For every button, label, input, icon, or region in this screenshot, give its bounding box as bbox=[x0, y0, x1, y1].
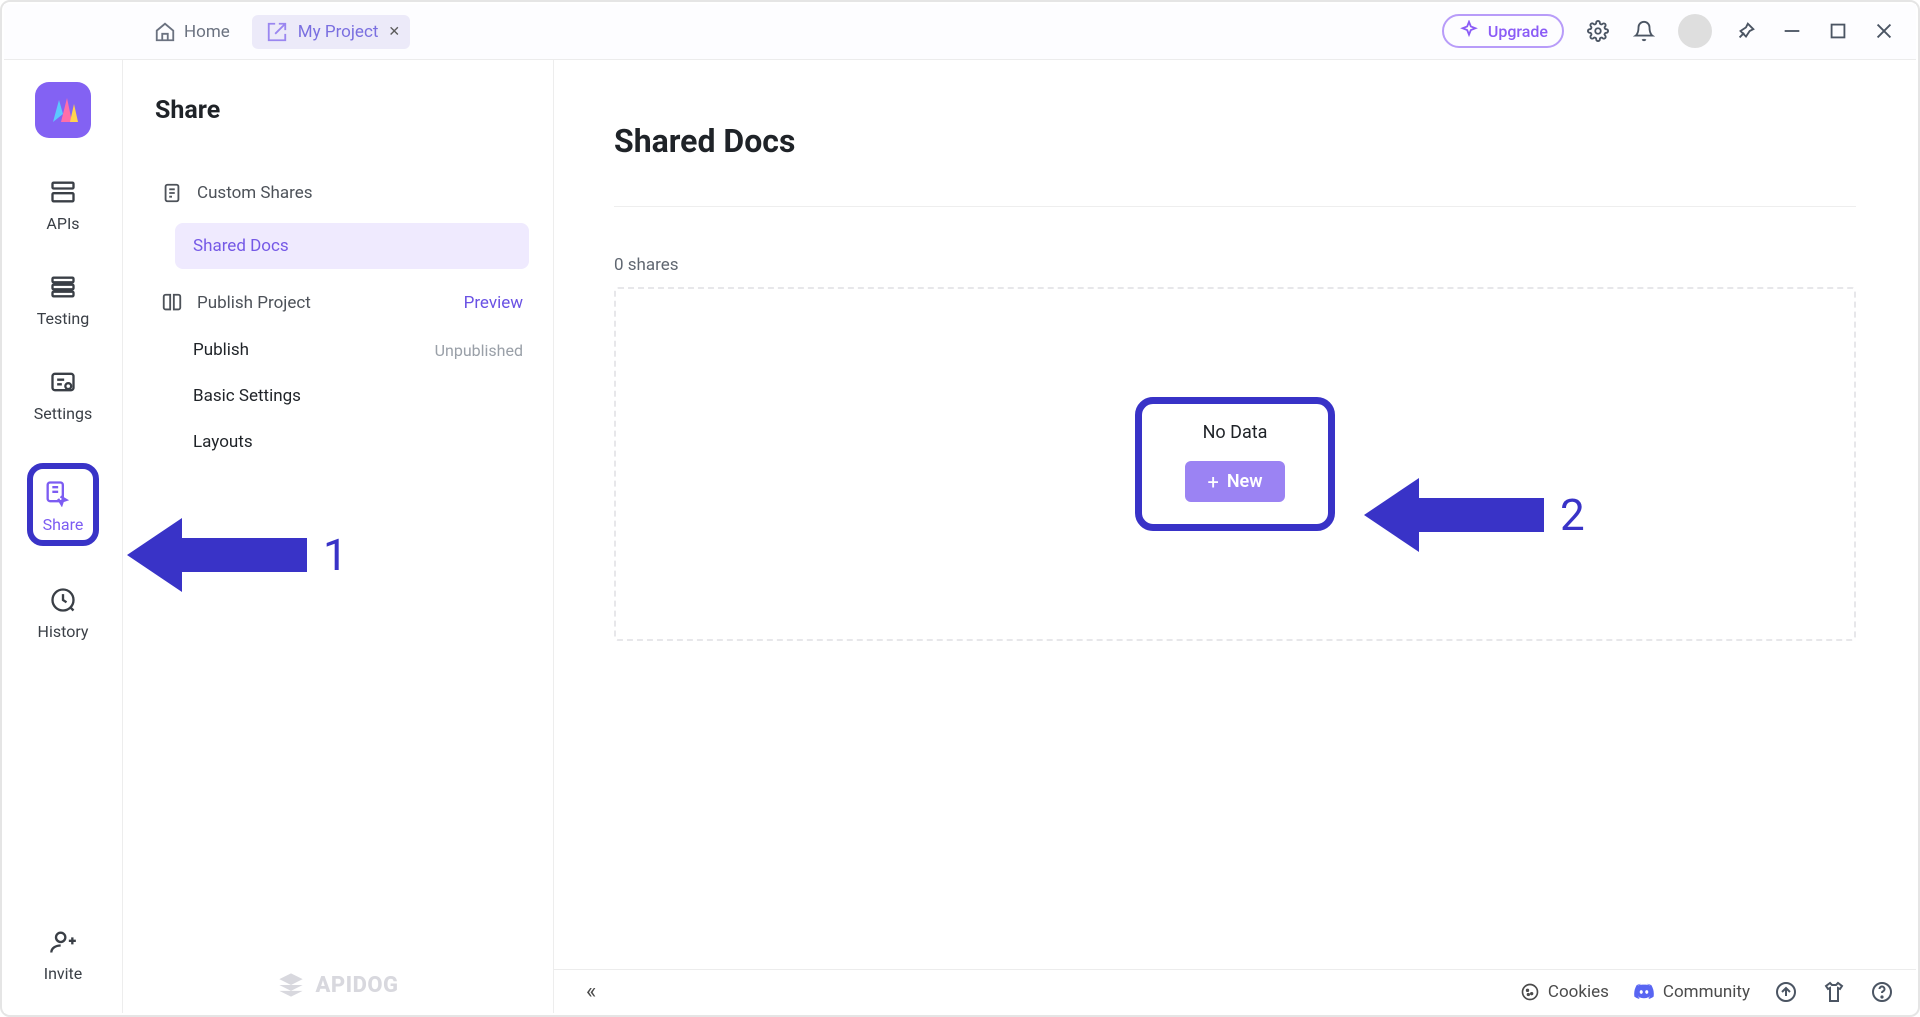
sidebar-label: Shared Docs bbox=[193, 236, 289, 256]
annotation-arrow-1: 1 bbox=[127, 510, 348, 600]
sidebar-publish-project[interactable]: Publish Project Preview bbox=[149, 279, 535, 327]
page-title: Shared Docs bbox=[614, 122, 1856, 160]
avatar[interactable] bbox=[1678, 14, 1712, 48]
close-tab-icon[interactable]: ✕ bbox=[388, 24, 400, 40]
shirt-icon[interactable] bbox=[1822, 980, 1846, 1004]
rail-settings[interactable]: Settings bbox=[4, 368, 122, 423]
upgrade-button[interactable]: Upgrade bbox=[1442, 14, 1564, 48]
rail-share[interactable]: Share bbox=[4, 463, 122, 546]
rail-apis[interactable]: APIs bbox=[4, 178, 122, 233]
sidebar-label: Layouts bbox=[193, 432, 253, 452]
annotation-label-2: 2 bbox=[1560, 489, 1585, 541]
sidebar-status: Unpublished bbox=[435, 341, 523, 360]
app-logo[interactable] bbox=[35, 82, 91, 138]
collapse-sidebar-icon[interactable]: « bbox=[586, 979, 596, 1004]
window-close-icon[interactable] bbox=[1872, 19, 1896, 43]
settings-gear-icon[interactable] bbox=[1586, 19, 1610, 43]
cookies-link[interactable]: Cookies bbox=[1520, 982, 1609, 1002]
sidebar-title: Share bbox=[155, 96, 535, 125]
rail-invite[interactable]: Invite bbox=[4, 928, 122, 983]
rail-label: History bbox=[38, 622, 89, 641]
book-icon bbox=[161, 292, 183, 314]
annotation-label-1: 1 bbox=[323, 529, 348, 581]
bell-icon[interactable] bbox=[1632, 19, 1656, 43]
doc-icon bbox=[161, 182, 183, 204]
project-tab[interactable]: My Project ✕ bbox=[252, 15, 410, 49]
home-icon bbox=[154, 21, 176, 43]
home-label: Home bbox=[184, 22, 230, 42]
community-link[interactable]: Community bbox=[1633, 981, 1750, 1003]
upload-icon[interactable] bbox=[1774, 980, 1798, 1004]
rail-label: Testing bbox=[37, 309, 89, 328]
main-content: Shared Docs 0 shares No Data + New bbox=[554, 60, 1916, 969]
new-button[interactable]: + New bbox=[1185, 461, 1284, 502]
window-maximize-icon[interactable] bbox=[1826, 19, 1850, 43]
rail-label: Share bbox=[43, 515, 84, 534]
sidebar-basic-settings[interactable]: Basic Settings bbox=[149, 373, 535, 419]
rail-label: Settings bbox=[34, 404, 92, 423]
sidebar-label: Publish Project bbox=[197, 293, 311, 313]
external-link-icon bbox=[266, 21, 288, 43]
sidebar-label: Custom Shares bbox=[197, 183, 313, 203]
preview-link[interactable]: Preview bbox=[464, 293, 523, 313]
sidebar-layouts[interactable]: Layouts bbox=[149, 419, 535, 465]
home-tab[interactable]: Home bbox=[154, 21, 230, 43]
status-bar: « Cookies Community bbox=[554, 969, 1916, 1013]
rail-testing[interactable]: Testing bbox=[4, 273, 122, 328]
discord-icon bbox=[1633, 981, 1655, 1003]
brand-footer: APIDOG bbox=[123, 971, 553, 999]
rail-label: APIs bbox=[46, 214, 79, 233]
help-icon[interactable] bbox=[1870, 980, 1894, 1004]
plus-icon: + bbox=[1207, 472, 1218, 492]
window-minimize-icon[interactable] bbox=[1780, 19, 1804, 43]
sidebar-publish-status-row[interactable]: Publish Unpublished bbox=[149, 327, 535, 373]
sparkle-icon bbox=[1458, 20, 1480, 42]
rail-label: Invite bbox=[44, 964, 83, 983]
sidebar-label: Publish bbox=[193, 340, 249, 360]
upgrade-label: Upgrade bbox=[1488, 22, 1548, 41]
no-data-callout: No Data + New bbox=[1135, 397, 1335, 531]
project-tab-label: My Project bbox=[298, 22, 379, 42]
sidebar-custom-shares[interactable]: Custom Shares bbox=[149, 169, 535, 217]
sidebar-label: Basic Settings bbox=[193, 386, 301, 406]
rail-history[interactable]: History bbox=[4, 586, 122, 641]
shares-empty-panel: No Data + New bbox=[614, 287, 1856, 641]
new-button-label: New bbox=[1227, 471, 1263, 492]
pin-icon[interactable] bbox=[1734, 19, 1758, 43]
title-tab-bar: Home My Project ✕ Upgrade bbox=[4, 4, 1916, 59]
cookie-icon bbox=[1520, 982, 1540, 1002]
left-icon-rail: APIs Testing Settings Share History Invi… bbox=[4, 60, 122, 1013]
sidebar-shared-docs[interactable]: Shared Docs bbox=[175, 223, 529, 269]
annotation-arrow-2: 2 bbox=[1364, 470, 1585, 560]
no-data-label: No Data bbox=[1178, 422, 1292, 443]
shares-count: 0 shares bbox=[614, 255, 1856, 275]
